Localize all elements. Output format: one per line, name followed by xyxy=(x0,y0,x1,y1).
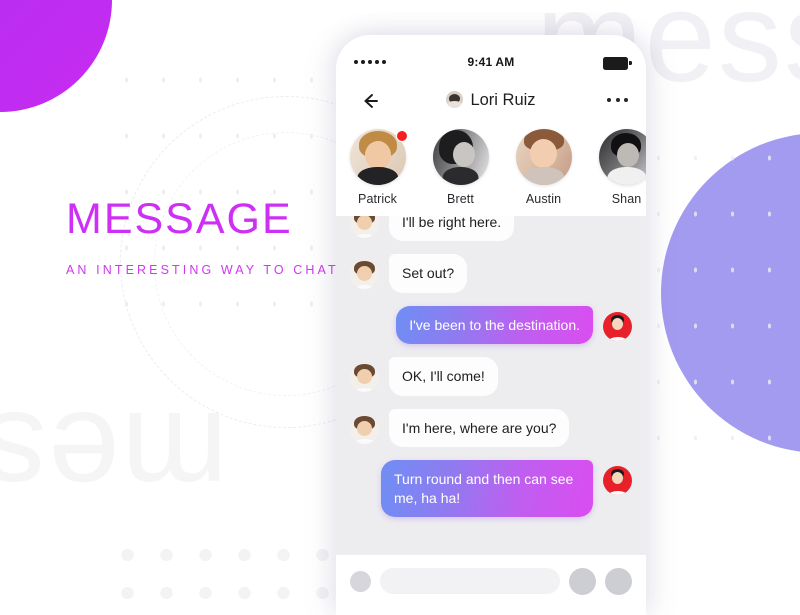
story-name: Brett xyxy=(447,192,474,206)
message-bubble: Turn round and then can see me, ha ha! xyxy=(381,460,593,518)
message-bubble: I'm here, where are you? xyxy=(389,408,570,448)
avatar xyxy=(350,414,379,444)
contact-avatar-icon xyxy=(446,91,464,108)
more-options-icon[interactable] xyxy=(607,98,628,102)
story-item-austin[interactable]: Austin xyxy=(502,129,585,206)
page-subtitle: AN INTERESTING WAY TO CHAT xyxy=(66,263,339,277)
avatar xyxy=(350,363,379,393)
ghost-word-bottomleft: mes xyxy=(0,385,228,528)
avatar xyxy=(515,129,572,185)
story-item-shan[interactable]: Shan xyxy=(585,129,646,206)
message-row: I'll be right here. xyxy=(336,216,646,242)
voice-record-icon[interactable] xyxy=(605,567,632,595)
message-row: I've been to the destination. xyxy=(336,305,646,345)
avatar xyxy=(350,216,379,238)
message-row: I'm here, where are you? xyxy=(336,408,646,448)
chat-contact-name: Lori Ruiz xyxy=(470,91,536,109)
message-row: Turn round and then can see me, ha ha! xyxy=(336,460,646,518)
hero-text-block: MESSAGE AN INTERESTING WAY TO CHAT xyxy=(66,195,339,278)
status-time: 9:41 AM xyxy=(467,55,515,69)
add-attachment-icon[interactable] xyxy=(350,570,371,592)
unread-badge-icon xyxy=(396,130,408,142)
avatar xyxy=(350,260,379,290)
emoji-icon[interactable] xyxy=(569,567,596,595)
battery-full-icon xyxy=(603,57,632,70)
story-name: Austin xyxy=(525,192,562,206)
phone-mockup: 9:41 AM Lori Ruiz Patrick Brett Austin S… xyxy=(336,35,646,615)
message-bubble: I've been to the destination. xyxy=(396,305,593,345)
page-title: MESSAGE xyxy=(66,195,293,243)
message-bubble: OK, I'll come! xyxy=(389,357,498,396)
story-name: Shan xyxy=(611,192,642,206)
dot-grid-right xyxy=(640,130,800,460)
message-row: Set out? xyxy=(336,254,646,293)
pentagon-grid-bottom-left xyxy=(108,536,338,600)
stories-row: Patrick Brett Austin Shan xyxy=(336,125,646,216)
decorative-circle-top-left xyxy=(0,0,112,112)
avatar xyxy=(432,129,489,185)
message-row: OK, I'll come! xyxy=(336,357,646,396)
message-bubble: Set out? xyxy=(389,254,468,293)
message-bubble: I'll be right here. xyxy=(389,216,515,242)
message-input[interactable] xyxy=(380,568,560,594)
avatar xyxy=(603,311,632,341)
story-item-brett[interactable]: Brett xyxy=(419,129,502,206)
story-name: Patrick xyxy=(358,192,397,206)
message-composer xyxy=(336,554,646,607)
story-item-patrick[interactable]: Patrick xyxy=(336,129,419,206)
avatar xyxy=(598,129,646,185)
chat-message-list[interactable]: I'll be right here. Set out? I've been t… xyxy=(336,216,646,554)
chat-title-group: Lori Ruiz xyxy=(336,91,646,110)
status-bar: 9:41 AM xyxy=(336,35,646,81)
nav-bar: Lori Ruiz xyxy=(336,81,646,125)
avatar xyxy=(603,466,632,496)
